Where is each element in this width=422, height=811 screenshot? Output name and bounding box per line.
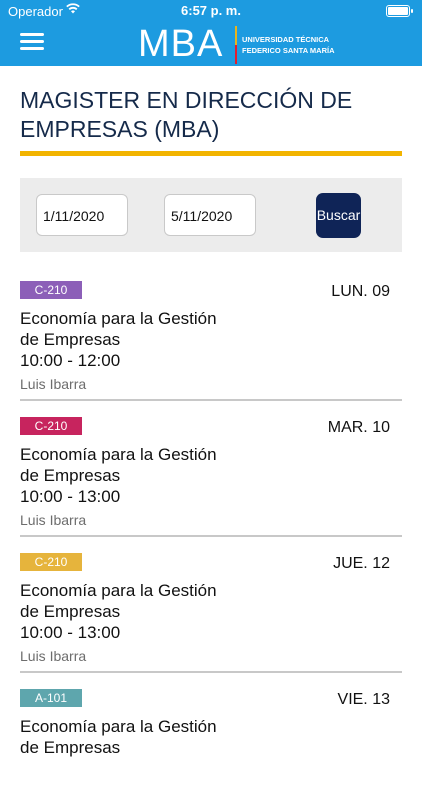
day-label: VIE. 13 xyxy=(337,691,390,708)
date-from-field[interactable]: 1/11/2020 xyxy=(36,194,128,236)
class-hours: 10:00 - 13:00 xyxy=(20,623,121,642)
course-name: Economía para la Gestión de Empresas xyxy=(20,445,217,485)
divider xyxy=(20,671,402,673)
class-hours: 10:00 - 12:00 xyxy=(20,351,121,370)
room-badge: C-210 xyxy=(20,417,82,435)
schedule-item[interactable]: C-210 LUN. 09 Economía para la Gestión d… xyxy=(20,281,402,403)
course-name: Economía para la Gestión de Empresas xyxy=(20,309,217,349)
teacher-name: Luis Ibarra xyxy=(20,376,87,392)
institution-line-1: UNIVERSIDAD TÉCNICA xyxy=(242,35,330,44)
institution-line-2: FEDERICO SANTA MARÍA xyxy=(242,46,335,55)
teacher-name: Luis Ibarra xyxy=(20,648,87,664)
day-label: JUE. 12 xyxy=(333,555,390,572)
page-title: MAGISTER EN DIRECCIÓN DE EMPRESAS (MBA) xyxy=(20,87,353,142)
schedule-item[interactable]: C-210 MAR. 10 Economía para la Gestión d… xyxy=(20,417,402,539)
date-filter-bar: 1/11/2020 5/11/2020 Buscar xyxy=(20,178,402,252)
class-hours: 10:00 - 13:00 xyxy=(20,487,121,506)
course-name: Economía para la Gestión de Empresas xyxy=(20,717,217,757)
room-badge: A-101 xyxy=(20,689,82,707)
schedule-item[interactable]: A-101 VIE. 13 Economía para la Gestión d… xyxy=(20,689,402,811)
clock: 6:57 p. m. xyxy=(181,3,241,18)
schedule-item[interactable]: C-210 JUE. 12 Economía para la Gestión d… xyxy=(20,553,402,675)
hamburger-menu-icon[interactable] xyxy=(20,33,44,51)
room-badge: C-210 xyxy=(20,553,82,571)
day-label: MAR. 10 xyxy=(327,419,390,436)
day-label: LUN. 09 xyxy=(331,283,390,300)
date-to-field[interactable]: 5/11/2020 xyxy=(164,194,256,236)
logo-divider xyxy=(235,26,237,64)
battery-icon xyxy=(386,5,413,17)
status-bar: Operador 6:57 p. m. xyxy=(0,0,422,22)
institution-name: UNIVERSIDAD TÉCNICA FEDERICO SANTA MARÍA xyxy=(242,34,335,56)
search-button[interactable]: Buscar xyxy=(316,193,361,238)
room-badge: C-210 xyxy=(20,281,82,299)
title-underline xyxy=(20,151,402,156)
divider xyxy=(20,399,402,401)
teacher-name: Luis Ibarra xyxy=(20,512,87,528)
course-name: Economía para la Gestión de Empresas xyxy=(20,581,217,621)
logo-text: MBA xyxy=(138,23,224,65)
divider xyxy=(20,535,402,537)
app-header: Operador 6:57 p. m. MBA UNIVERSIDAD TÉCN… xyxy=(0,0,422,66)
